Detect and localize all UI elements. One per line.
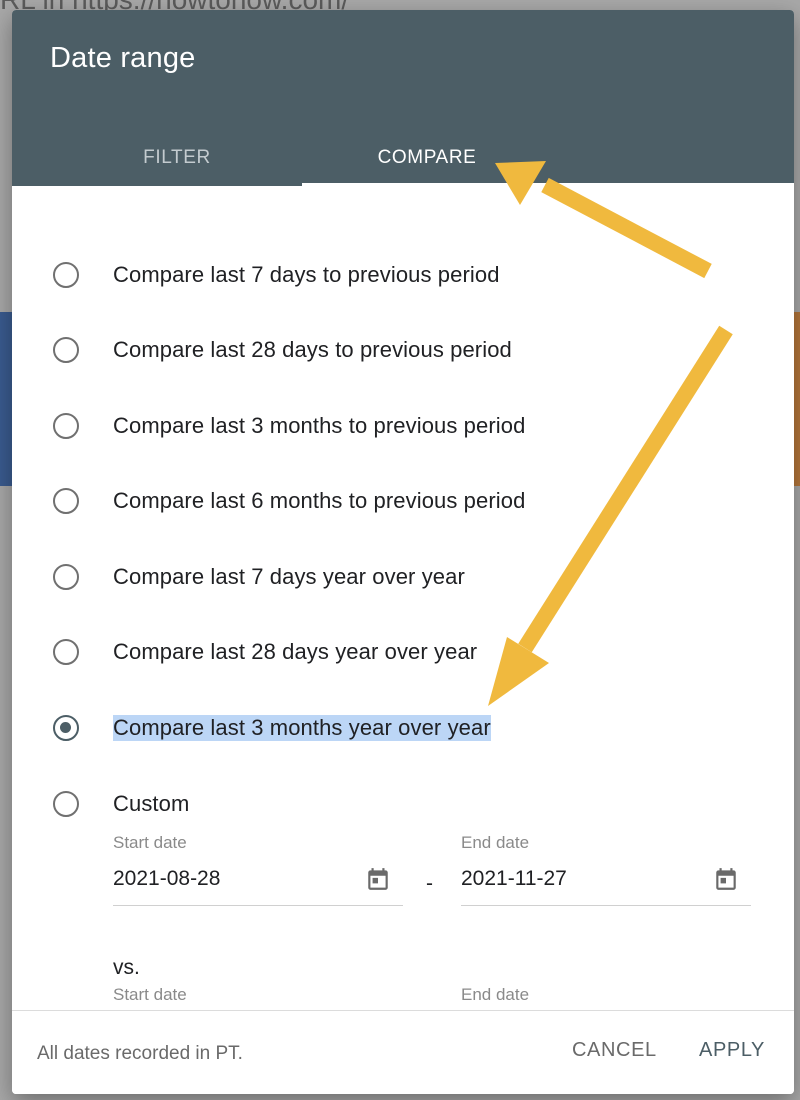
start-date-underline: [113, 905, 403, 906]
end-date-underline: [461, 905, 751, 906]
radio-button[interactable]: [53, 337, 79, 363]
option-custom[interactable]: Custom: [12, 766, 794, 842]
calendar-icon[interactable]: [365, 865, 391, 893]
option-label: Compare last 7 days to previous period: [113, 262, 500, 287]
option-label: Compare last 7 days year over year: [113, 564, 465, 589]
tab-compare[interactable]: COMPARE: [282, 130, 572, 186]
option-label: Compare last 6 months to previous period: [113, 488, 526, 513]
dialog-footer: All dates recorded in PT. CANCEL APPLY: [12, 1010, 794, 1094]
option-label: Compare last 3 months to previous period: [113, 413, 526, 438]
option-label: Compare last 28 days year over year: [113, 639, 478, 664]
option-last-7-days-previous[interactable]: Compare last 7 days to previous period: [12, 237, 794, 313]
option-last-28-days-yoy[interactable]: Compare last 28 days year over year: [12, 614, 794, 690]
option-last-6-months-previous[interactable]: Compare last 6 months to previous period: [12, 463, 794, 539]
radio-button[interactable]: [53, 564, 79, 590]
date-separator: -: [426, 872, 433, 895]
radio-button[interactable]: [53, 791, 79, 817]
radio-button[interactable]: [53, 413, 79, 439]
option-label-selected: Compare last 3 months year over year: [113, 715, 491, 741]
start-date-value[interactable]: 2021-08-28: [113, 867, 220, 891]
option-last-3-months-yoy[interactable]: Compare last 3 months year over year: [12, 690, 794, 766]
vs-start-date-label: Start date: [113, 985, 187, 1004]
apply-button[interactable]: APPLY: [699, 1039, 765, 1062]
dialog-title: Date range: [50, 42, 196, 74]
radio-button[interactable]: [53, 639, 79, 665]
active-tab-indicator: [302, 183, 794, 186]
option-last-28-days-previous[interactable]: Compare last 28 days to previous period: [12, 312, 794, 388]
start-date-label: Start date: [113, 833, 187, 852]
radio-button-checked[interactable]: [53, 715, 79, 741]
radio-button[interactable]: [53, 488, 79, 514]
calendar-icon[interactable]: [713, 865, 739, 893]
vs-end-date-label: End date: [461, 985, 530, 1004]
end-date-value[interactable]: 2021-11-27: [461, 867, 567, 891]
date-range-dialog: Date range FILTER COMPARE Compare last 7…: [12, 10, 794, 1094]
timezone-note: All dates recorded in PT.: [37, 1043, 243, 1064]
end-date-label: End date: [461, 833, 530, 852]
option-last-3-months-previous[interactable]: Compare last 3 months to previous period: [12, 388, 794, 464]
vs-label: vs.: [113, 956, 140, 979]
option-label: Compare last 28 days to previous period: [113, 337, 512, 362]
dialog-header: Date range FILTER COMPARE: [12, 10, 794, 186]
option-last-7-days-yoy[interactable]: Compare last 7 days year over year: [12, 539, 794, 615]
option-label: Custom: [113, 791, 190, 816]
radio-button[interactable]: [53, 262, 79, 288]
cancel-button[interactable]: CANCEL: [572, 1039, 657, 1062]
background-chart-orange: [794, 312, 800, 486]
tab-filter[interactable]: FILTER: [32, 130, 322, 186]
